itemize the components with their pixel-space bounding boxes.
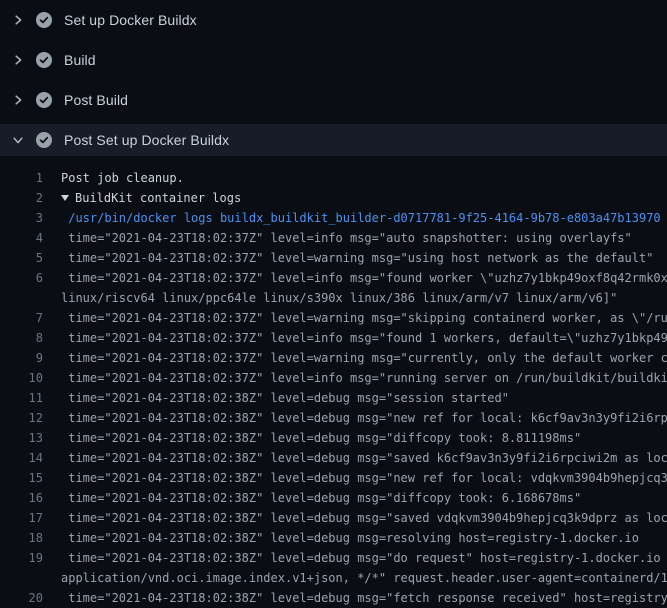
log-line: 13 time="2021-04-23T18:02:38Z" level=deb… — [0, 428, 667, 448]
log-line-text: time="2021-04-23T18:02:37Z" level=info m… — [61, 368, 667, 388]
step-label: Post Build — [64, 92, 128, 108]
chevron-right-icon — [10, 92, 26, 108]
log-line-text: time="2021-04-23T18:02:38Z" level=debug … — [61, 428, 667, 448]
check-circle-icon — [36, 92, 52, 108]
check-circle-icon — [36, 52, 52, 68]
log-line-text: time="2021-04-23T18:02:38Z" level=debug … — [61, 488, 667, 508]
log-line-text: time="2021-04-23T18:02:38Z" level=debug … — [61, 408, 667, 428]
log-line-text: time="2021-04-23T18:02:38Z" level=debug … — [61, 548, 667, 568]
step-row-build[interactable]: Build — [0, 40, 667, 80]
log-line-number[interactable]: 10 — [0, 368, 43, 388]
log-line-text: application/vnd.oci.image.index.v1+json,… — [61, 568, 667, 588]
log-line: 18 time="2021-04-23T18:02:38Z" level=deb… — [0, 528, 667, 548]
log-line: 4 time="2021-04-23T18:02:37Z" level=info… — [0, 228, 667, 248]
log-group-toggle[interactable]: BuildKit container logs — [61, 188, 667, 208]
log-line-number[interactable]: 11 — [0, 388, 43, 408]
log-line-number[interactable]: 3 — [0, 208, 43, 228]
log-line: 3 /usr/bin/docker logs buildx_buildkit_b… — [0, 208, 667, 228]
log-line-number[interactable]: 19 — [0, 548, 43, 568]
log-line-number[interactable]: 18 — [0, 528, 43, 548]
log-line-number[interactable]: 14 — [0, 448, 43, 468]
log-line-number[interactable]: 2 — [0, 188, 43, 208]
log-line-text: /usr/bin/docker logs buildx_buildkit_bui… — [61, 208, 667, 228]
step-label: Set up Docker Buildx — [64, 12, 197, 28]
log-line-number[interactable]: 4 — [0, 228, 43, 248]
step-label: Build — [64, 52, 96, 68]
log-line: 6 time="2021-04-23T18:02:37Z" level=info… — [0, 268, 667, 288]
check-circle-icon — [36, 12, 52, 28]
step-row-post-set-up-docker-buildx[interactable]: Post Set up Docker Buildx — [0, 124, 667, 156]
chevron-right-icon — [10, 12, 26, 28]
log-line: 20 time="2021-04-23T18:02:38Z" level=deb… — [0, 588, 667, 608]
log-line-text: time="2021-04-23T18:02:37Z" level=warnin… — [61, 348, 667, 368]
log-line-text: time="2021-04-23T18:02:38Z" level=debug … — [61, 388, 667, 408]
log-line: 11 time="2021-04-23T18:02:38Z" level=deb… — [0, 388, 667, 408]
log-line-number[interactable]: 15 — [0, 468, 43, 488]
log-line: 17 time="2021-04-23T18:02:38Z" level=deb… — [0, 508, 667, 528]
log-line: 19 time="2021-04-23T18:02:38Z" level=deb… — [0, 548, 667, 568]
log-line: 8 time="2021-04-23T18:02:37Z" level=info… — [0, 328, 667, 348]
log-line-text: time="2021-04-23T18:02:37Z" level=info m… — [61, 228, 667, 248]
log-line-number[interactable]: 17 — [0, 508, 43, 528]
log-line: 12 time="2021-04-23T18:02:38Z" level=deb… — [0, 408, 667, 428]
log-line: 7 time="2021-04-23T18:02:37Z" level=warn… — [0, 308, 667, 328]
check-circle-icon — [36, 132, 52, 148]
log-line-number[interactable]: 7 — [0, 308, 43, 328]
log-line: 1 Post job cleanup. — [0, 168, 667, 188]
log-line-number — [0, 288, 43, 308]
log-line: 9 time="2021-04-23T18:02:37Z" level=warn… — [0, 348, 667, 368]
log-line-text: Post job cleanup. — [61, 168, 667, 188]
log-line-number[interactable]: 1 — [0, 168, 43, 188]
log-line-number — [0, 568, 43, 588]
log-line-text: time="2021-04-23T18:02:38Z" level=debug … — [61, 448, 667, 468]
step-label: Post Set up Docker Buildx — [64, 132, 229, 148]
log-line: application/vnd.oci.image.index.v1+json,… — [0, 568, 667, 588]
log-line-number[interactable]: 6 — [0, 268, 43, 288]
log-viewer: 1 Post job cleanup. 2 BuildKit container… — [0, 160, 667, 608]
group-caret-icon — [61, 195, 69, 201]
log-line-number[interactable]: 9 — [0, 348, 43, 368]
log-line-text: linux/riscv64 linux/ppc64le linux/s390x … — [61, 288, 667, 308]
log-line: linux/riscv64 linux/ppc64le linux/s390x … — [0, 288, 667, 308]
log-line-text: time="2021-04-23T18:02:38Z" level=debug … — [61, 468, 667, 488]
log-line: 16 time="2021-04-23T18:02:38Z" level=deb… — [0, 488, 667, 508]
step-list: Set up Docker Buildx Build P — [0, 0, 667, 156]
log-line-number[interactable]: 20 — [0, 588, 43, 608]
log-line: 14 time="2021-04-23T18:02:38Z" level=deb… — [0, 448, 667, 468]
log-line: 2 BuildKit container logs — [0, 188, 667, 208]
log-line-text: time="2021-04-23T18:02:37Z" level=warnin… — [61, 248, 667, 268]
log-line-number[interactable]: 5 — [0, 248, 43, 268]
log-line-text: time="2021-04-23T18:02:38Z" level=debug … — [61, 508, 667, 528]
log-line: 10 time="2021-04-23T18:02:37Z" level=inf… — [0, 368, 667, 388]
step-row-post-build[interactable]: Post Build — [0, 80, 667, 120]
log-line: 5 time="2021-04-23T18:02:37Z" level=warn… — [0, 248, 667, 268]
log-line-text: time="2021-04-23T18:02:37Z" level=info m… — [61, 328, 667, 348]
log-line-number[interactable]: 16 — [0, 488, 43, 508]
log-line-text: time="2021-04-23T18:02:37Z" level=info m… — [61, 268, 667, 288]
log-line-number[interactable]: 13 — [0, 428, 43, 448]
chevron-down-icon — [10, 132, 26, 148]
log-line-text: time="2021-04-23T18:02:38Z" level=debug … — [61, 588, 667, 608]
log-line-text: time="2021-04-23T18:02:37Z" level=warnin… — [61, 308, 667, 328]
log-line-text: time="2021-04-23T18:02:38Z" level=debug … — [61, 528, 667, 548]
log-line: 15 time="2021-04-23T18:02:38Z" level=deb… — [0, 468, 667, 488]
chevron-right-icon — [10, 52, 26, 68]
step-row-set-up-docker-buildx[interactable]: Set up Docker Buildx — [0, 0, 667, 40]
log-line-number[interactable]: 8 — [0, 328, 43, 348]
log-line-number[interactable]: 12 — [0, 408, 43, 428]
